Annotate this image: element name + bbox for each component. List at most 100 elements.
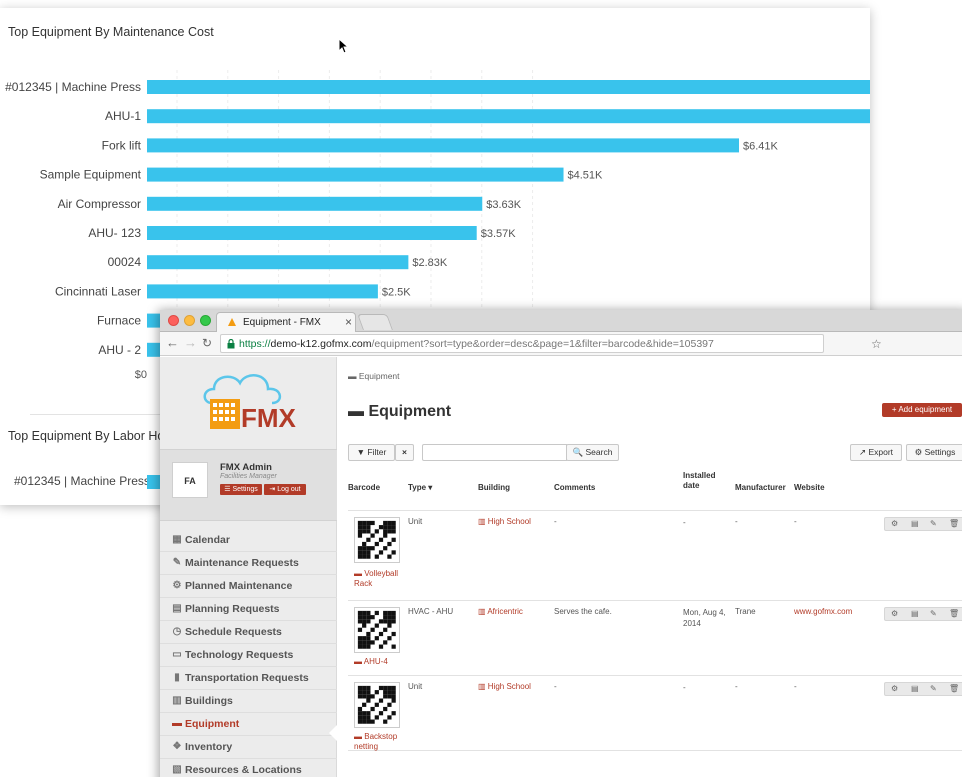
table-row[interactable]: ▬ AHU-4 HVAC - AHU ▥ Africentric Serves the… xyxy=(348,601,962,676)
category-label: AHU - 2 xyxy=(98,343,141,357)
tab-title: Equipment - FMX xyxy=(243,317,321,328)
address-bar[interactable]: https://demo-k12.gofmx.com/equipment?sor… xyxy=(220,334,882,353)
column-header-building[interactable]: Building xyxy=(478,483,510,492)
comments-cell: - xyxy=(554,517,557,526)
sidebar-item-technology-requests[interactable]: ▭ Technology Requests xyxy=(160,644,337,667)
manufacturer-cell: - xyxy=(735,682,738,691)
installed-date-cell: - xyxy=(683,518,686,527)
sidebar-item-calendar[interactable]: ▦ Calendar xyxy=(160,529,337,552)
category-label: Fork lift xyxy=(102,138,142,152)
new-tab-button[interactable] xyxy=(357,314,393,330)
search-input[interactable] xyxy=(422,444,567,461)
bar[interactable] xyxy=(147,138,739,153)
labor-chart-bar[interactable] xyxy=(147,475,161,489)
bar[interactable] xyxy=(147,284,378,299)
book-icon[interactable]: ▤ xyxy=(911,684,919,693)
qr-code-image[interactable] xyxy=(354,607,400,653)
logout-button[interactable]: ⇥ Log out xyxy=(264,484,306,495)
reload-icon[interactable]: ↻ xyxy=(202,336,212,350)
briefcase-icon: ▬ xyxy=(354,732,365,741)
clear-filter-button[interactable]: × xyxy=(395,444,414,461)
column-header-manufacturer[interactable]: Manufacturer xyxy=(735,483,786,492)
sidebar-item-buildings[interactable]: ▥ Buildings xyxy=(160,690,337,713)
bar[interactable] xyxy=(147,167,564,182)
avatar[interactable]: FA xyxy=(172,462,208,498)
profile-settings-button[interactable]: ☰ Settings xyxy=(220,484,262,495)
search-button[interactable]: 🔍 Search xyxy=(566,444,619,461)
url-text: https://demo-k12.gofmx.com/equipment?sor… xyxy=(239,338,714,350)
bar[interactable] xyxy=(147,255,409,270)
equipment-link[interactable]: ▬ AHU-4 xyxy=(354,657,404,667)
cubes-icon: ❖ xyxy=(172,741,182,752)
logo-text: FMX xyxy=(241,403,297,433)
filter-button[interactable]: ▼ Filter xyxy=(348,444,395,461)
qr-code-image[interactable] xyxy=(354,682,400,728)
gears-icon[interactable]: ⚙ xyxy=(891,684,898,693)
briefcase-icon: ▬ xyxy=(354,569,365,578)
logo-area[interactable]: FMX xyxy=(160,357,337,449)
minimize-window-button[interactable] xyxy=(184,315,195,326)
column-header-type[interactable]: Type ▾ xyxy=(408,483,432,492)
bookmark-star-icon[interactable]: ☆ xyxy=(871,337,882,351)
building-name: Africentric xyxy=(487,607,523,616)
wrench-icon: ✎ xyxy=(172,557,182,568)
table-row[interactable]: ▬ Backstop netting Unit ▥ High School - - - - ⚙… xyxy=(348,676,962,751)
breadcrumb-item[interactable]: Equipment xyxy=(359,371,400,381)
sidebar-item-equipment[interactable]: ▬ Equipment xyxy=(160,713,337,736)
edit-icon[interactable]: ✎ xyxy=(930,684,937,693)
bar[interactable] xyxy=(147,226,477,240)
building-link[interactable]: ▥ Africentric xyxy=(478,607,523,616)
sidebar-item-planning-requests[interactable]: ▤ Planning Requests xyxy=(160,598,337,621)
qr-code-image[interactable] xyxy=(354,517,400,563)
gears-icon[interactable]: ⚙ xyxy=(891,519,898,528)
sidebar-item-inventory[interactable]: ❖ Inventory xyxy=(160,736,337,759)
page-title-text: Equipment xyxy=(368,403,452,420)
sidebar-item-planned-maintenance[interactable]: ⚙ Planned Maintenance xyxy=(160,575,337,598)
website-cell: - xyxy=(794,682,797,691)
edit-icon[interactable]: ✎ xyxy=(930,609,937,618)
website-cell[interactable]: www.gofmx.com xyxy=(794,607,852,616)
bar[interactable] xyxy=(147,196,483,211)
bar[interactable] xyxy=(147,109,870,124)
sidebar-item-resources-locations[interactable]: ▧ Resources & Locations xyxy=(160,759,337,777)
edit-icon[interactable]: ✎ xyxy=(930,519,937,528)
data-label: $2.83K xyxy=(412,257,448,269)
close-window-button[interactable] xyxy=(168,315,179,326)
browser-window: Equipment - FMX × ← → ↻ https://demo-k12… xyxy=(160,310,962,777)
table-settings-button[interactable]: ⚙ Settings xyxy=(906,444,962,461)
equipment-link[interactable]: ▬ Volleyball Rack xyxy=(354,569,404,589)
installed-date-cell: Mon, Aug 4, 2014 xyxy=(683,608,726,628)
sidebar-item-schedule-requests[interactable]: ◷ Schedule Requests xyxy=(160,621,337,644)
book-icon[interactable]: ▤ xyxy=(911,519,919,528)
trash-icon[interactable]: 🗑 xyxy=(949,684,959,693)
bar[interactable] xyxy=(147,80,870,94)
category-label: Cincinnati Laser xyxy=(55,284,141,298)
tab-close-icon[interactable]: × xyxy=(345,315,352,329)
data-label: $3.63K xyxy=(486,199,522,211)
column-header-barcode[interactable]: Barcode xyxy=(348,483,380,492)
export-button[interactable]: ↗ Export xyxy=(850,444,902,461)
calendar-icon: ▦ xyxy=(172,534,182,545)
equipment-link[interactable]: ▬ Backstop netting xyxy=(354,732,404,752)
building-link[interactable]: ▥ High School xyxy=(478,682,531,691)
trash-icon[interactable]: 🗑 xyxy=(949,519,959,528)
column-header-comments[interactable]: Comments xyxy=(554,483,595,492)
add-equipment-button[interactable]: + Add equipment xyxy=(882,403,962,417)
browser-tab[interactable]: Equipment - FMX × xyxy=(216,312,356,332)
building-link[interactable]: ▥ High School xyxy=(478,517,531,526)
book-icon[interactable]: ▤ xyxy=(911,609,919,618)
column-header-installed-date[interactable]: Installed date xyxy=(683,471,723,491)
sidebar-item-transportation-requests[interactable]: ▮ Transportation Requests xyxy=(160,667,337,690)
building-icon: ▥ xyxy=(478,682,488,691)
comments-cell: Serves the cafe. xyxy=(554,607,612,616)
maximize-window-button[interactable] xyxy=(200,315,211,326)
trash-icon[interactable]: 🗑 xyxy=(949,609,959,618)
forward-arrow-icon[interactable]: → xyxy=(184,335,197,350)
column-header-website[interactable]: Website xyxy=(794,483,825,492)
back-arrow-icon[interactable]: ← xyxy=(166,335,179,350)
table-row[interactable]: ▬ Volleyball Rack Unit ▥ High School - - - - ⚙ ▤… xyxy=(348,511,962,601)
user-name: FMX Admin xyxy=(220,462,272,473)
gears-icon[interactable]: ⚙ xyxy=(891,609,898,618)
sidebar-item-maintenance-requests[interactable]: ✎ Maintenance Requests xyxy=(160,552,337,575)
equipment-name: AHU-4 xyxy=(363,657,388,666)
